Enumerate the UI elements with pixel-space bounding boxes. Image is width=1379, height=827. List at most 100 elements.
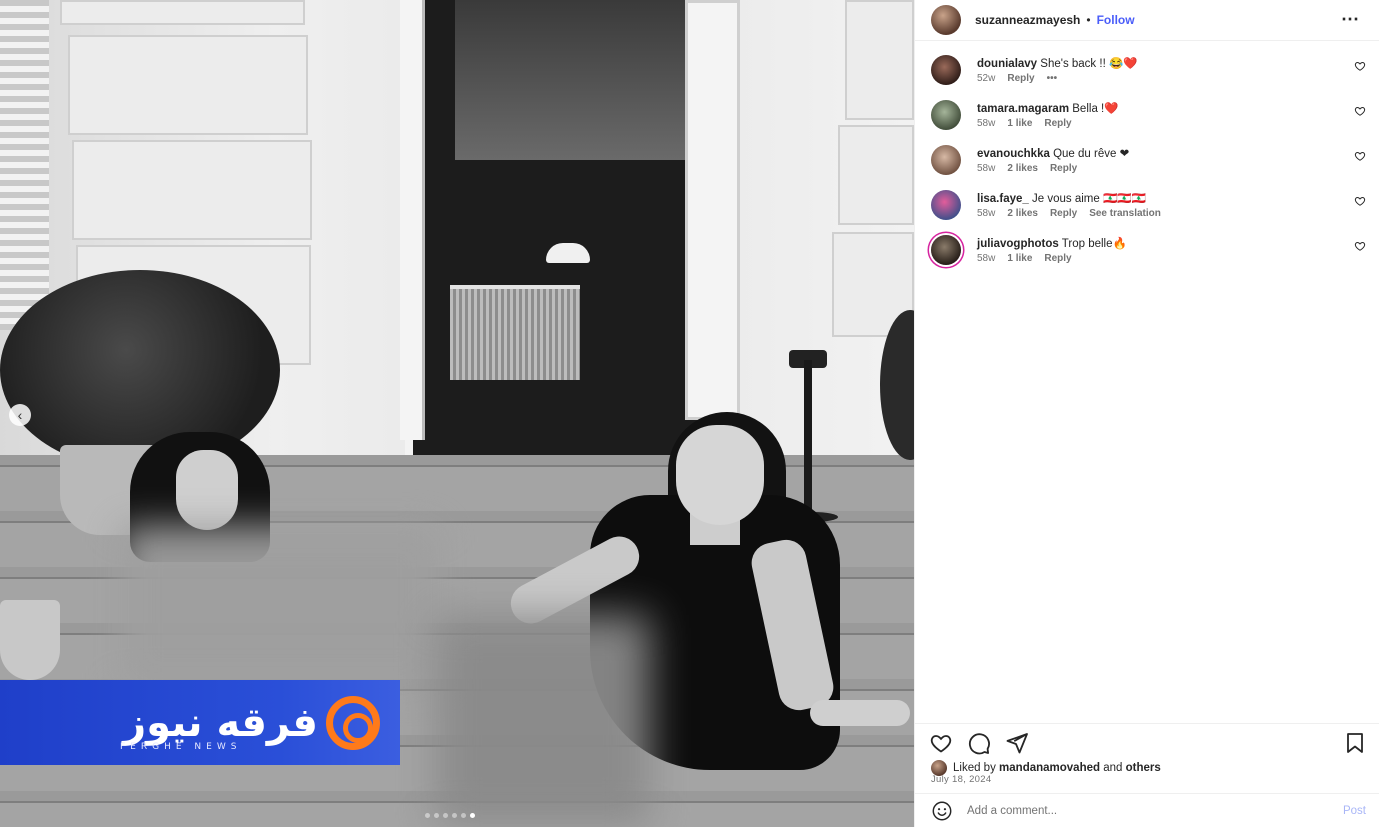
watermark-banner: فرقه نيوز bbox=[0, 680, 400, 765]
carousel-dot bbox=[443, 813, 448, 818]
comment-line: juliavogphotos Trop belle🔥 bbox=[977, 236, 1347, 250]
comment-reply-button[interactable]: Reply bbox=[1050, 208, 1077, 219]
comment-likes[interactable]: 2 likes bbox=[1007, 163, 1038, 174]
commenter-avatar[interactable] bbox=[931, 235, 961, 265]
comment-likes[interactable]: 2 likes bbox=[1007, 208, 1038, 219]
photo-person-right-hand bbox=[810, 700, 910, 726]
commenter-avatar[interactable] bbox=[931, 190, 961, 220]
comment-likes[interactable]: 1 like bbox=[1007, 253, 1032, 264]
commenter-username[interactable]: evanouchkka bbox=[977, 148, 1050, 160]
commenter-username[interactable]: lisa.faye_ bbox=[977, 193, 1029, 205]
watermark-logo-icon bbox=[326, 695, 380, 750]
carousel-prev-button[interactable]: ‹ bbox=[9, 404, 31, 426]
comment-line: lisa.faye_ Je vous aime 🇱🇧🇱🇧🇱🇧 bbox=[977, 191, 1347, 205]
photo-ashtray-stand bbox=[804, 360, 812, 520]
follow-button[interactable]: Follow bbox=[1097, 13, 1135, 27]
comment-extra-action[interactable]: ••• bbox=[1047, 73, 1058, 84]
carousel-dot bbox=[461, 813, 466, 818]
photo-planter-left bbox=[0, 600, 60, 680]
comment-body: dounialavy She's back !! 😂❤️ 52w Reply ••• bbox=[977, 56, 1347, 84]
comment-text: Bella !❤️ bbox=[1072, 103, 1119, 115]
bookmark-save-icon[interactable] bbox=[1343, 731, 1367, 755]
liked-by-and: and bbox=[1103, 762, 1123, 774]
liked-by-others[interactable]: others bbox=[1126, 762, 1161, 774]
photo-counter bbox=[450, 285, 580, 380]
post-header: suzanneazmayesh • Follow ⋯ bbox=[915, 0, 1379, 41]
commenter-username[interactable]: tamara.magaram bbox=[977, 103, 1069, 115]
comment-reply-button[interactable]: Reply bbox=[1044, 118, 1071, 129]
comment-text: Que du rêve ❤ bbox=[1053, 148, 1130, 160]
commenter-username[interactable]: juliavogphotos bbox=[977, 238, 1059, 250]
liked-by-user[interactable]: mandanamovahed bbox=[999, 762, 1100, 774]
photo-person-right-face bbox=[676, 425, 764, 525]
watermark-text: فرقه نيوز bbox=[123, 699, 318, 746]
comment-meta: 58w 2 likes Reply See translation bbox=[977, 208, 1347, 219]
comment-extra-action[interactable]: See translation bbox=[1089, 208, 1161, 219]
comment-like-heart-icon[interactable] bbox=[1354, 240, 1366, 252]
comment-time[interactable]: 58w bbox=[977, 118, 995, 129]
comment-meta: 52w Reply ••• bbox=[977, 73, 1347, 84]
comment-row: evanouchkka Que du rêve ❤ 58w 2 likes Reply bbox=[915, 131, 1379, 176]
comment-like-heart-icon[interactable] bbox=[1354, 150, 1366, 162]
share-send-icon[interactable] bbox=[1005, 731, 1029, 755]
comment-reply-button[interactable]: Reply bbox=[1044, 253, 1071, 264]
comment-reply-button[interactable]: Reply bbox=[1050, 163, 1077, 174]
post-side-panel: suzanneazmayesh • Follow ⋯ dounialavy Sh… bbox=[914, 0, 1379, 827]
commenter-avatar[interactable] bbox=[931, 145, 961, 175]
liked-by-prefix: Liked by bbox=[953, 762, 996, 774]
comment-meta: 58w 2 likes Reply bbox=[977, 163, 1347, 174]
comment-like-heart-icon[interactable] bbox=[1354, 105, 1366, 117]
comments-list: dounialavy She's back !! 😂❤️ 52w Reply ••• t… bbox=[915, 41, 1379, 266]
comment-meta: 58w 1 like Reply bbox=[977, 118, 1347, 129]
photo-blur-region bbox=[120, 525, 440, 690]
post-media[interactable]: فرقه نيوز FERGHE NEWS ‹ bbox=[0, 0, 914, 827]
comment-body: lisa.faye_ Je vous aime 🇱🇧🇱🇧🇱🇧 58w 2 likes… bbox=[977, 191, 1347, 219]
photo-shutter bbox=[0, 0, 52, 330]
comment-row: dounialavy She's back !! 😂❤️ 52w Reply ••• bbox=[915, 41, 1379, 86]
comment-reply-button[interactable]: Reply bbox=[1007, 73, 1034, 84]
comment-row: tamara.magaram Bella !❤️ 58w 1 like Reply bbox=[915, 86, 1379, 131]
watermark-subtext: FERGHE NEWS bbox=[120, 742, 242, 752]
comment-bubble-icon[interactable] bbox=[967, 731, 991, 755]
photo-person-left-face bbox=[176, 450, 238, 530]
photo-panel bbox=[68, 35, 308, 135]
comment-likes[interactable]: 1 like bbox=[1007, 118, 1032, 129]
chevron-left-icon: ‹ bbox=[17, 407, 23, 423]
carousel-dots bbox=[425, 813, 475, 818]
comment-text: She's back !! 😂❤️ bbox=[1040, 58, 1138, 70]
comment-time[interactable]: 58w bbox=[977, 208, 995, 219]
carousel-dot bbox=[425, 813, 430, 818]
photo-lamp bbox=[546, 243, 590, 263]
author-avatar[interactable] bbox=[931, 5, 961, 35]
commenter-avatar[interactable] bbox=[931, 100, 961, 130]
comment-row: juliavogphotos Trop belle🔥 58w 1 like Reply bbox=[915, 221, 1379, 266]
photo-door-inner bbox=[455, 0, 685, 160]
photo-panel bbox=[60, 0, 305, 25]
post-actions: Liked by mandanamovahed and others July … bbox=[915, 723, 1379, 793]
photo-door-leaf-left bbox=[400, 0, 425, 440]
photo-panel bbox=[72, 140, 312, 240]
more-options-icon[interactable]: ⋯ bbox=[1341, 9, 1360, 30]
emoji-icon[interactable] bbox=[931, 800, 953, 822]
comment-line: dounialavy She's back !! 😂❤️ bbox=[977, 56, 1347, 70]
post-comment-button[interactable]: Post bbox=[1343, 805, 1366, 817]
author-username[interactable]: suzanneazmayesh bbox=[975, 13, 1080, 27]
comment-time[interactable]: 52w bbox=[977, 73, 995, 84]
commenter-avatar[interactable] bbox=[931, 55, 961, 85]
comment-body: tamara.magaram Bella !❤️ 58w 1 like Reply bbox=[977, 101, 1347, 129]
carousel-dot bbox=[434, 813, 439, 818]
commenter-username[interactable]: dounialavy bbox=[977, 58, 1037, 70]
comment-meta: 58w 1 like Reply bbox=[977, 253, 1347, 264]
comment-time[interactable]: 58w bbox=[977, 253, 995, 264]
comment-input[interactable] bbox=[967, 804, 1327, 817]
like-heart-icon[interactable] bbox=[929, 731, 953, 755]
photo-panel bbox=[838, 125, 914, 225]
header-separator: • bbox=[1086, 13, 1091, 27]
comment-like-heart-icon[interactable] bbox=[1354, 195, 1366, 207]
photo-panel bbox=[845, 0, 914, 120]
comment-like-heart-icon[interactable] bbox=[1354, 60, 1366, 72]
photo-door-leaf-right bbox=[685, 0, 740, 420]
comment-text: Je vous aime 🇱🇧🇱🇧🇱🇧 bbox=[1032, 193, 1146, 205]
post-date: July 18, 2024 bbox=[931, 774, 992, 785]
comment-time[interactable]: 58w bbox=[977, 163, 995, 174]
